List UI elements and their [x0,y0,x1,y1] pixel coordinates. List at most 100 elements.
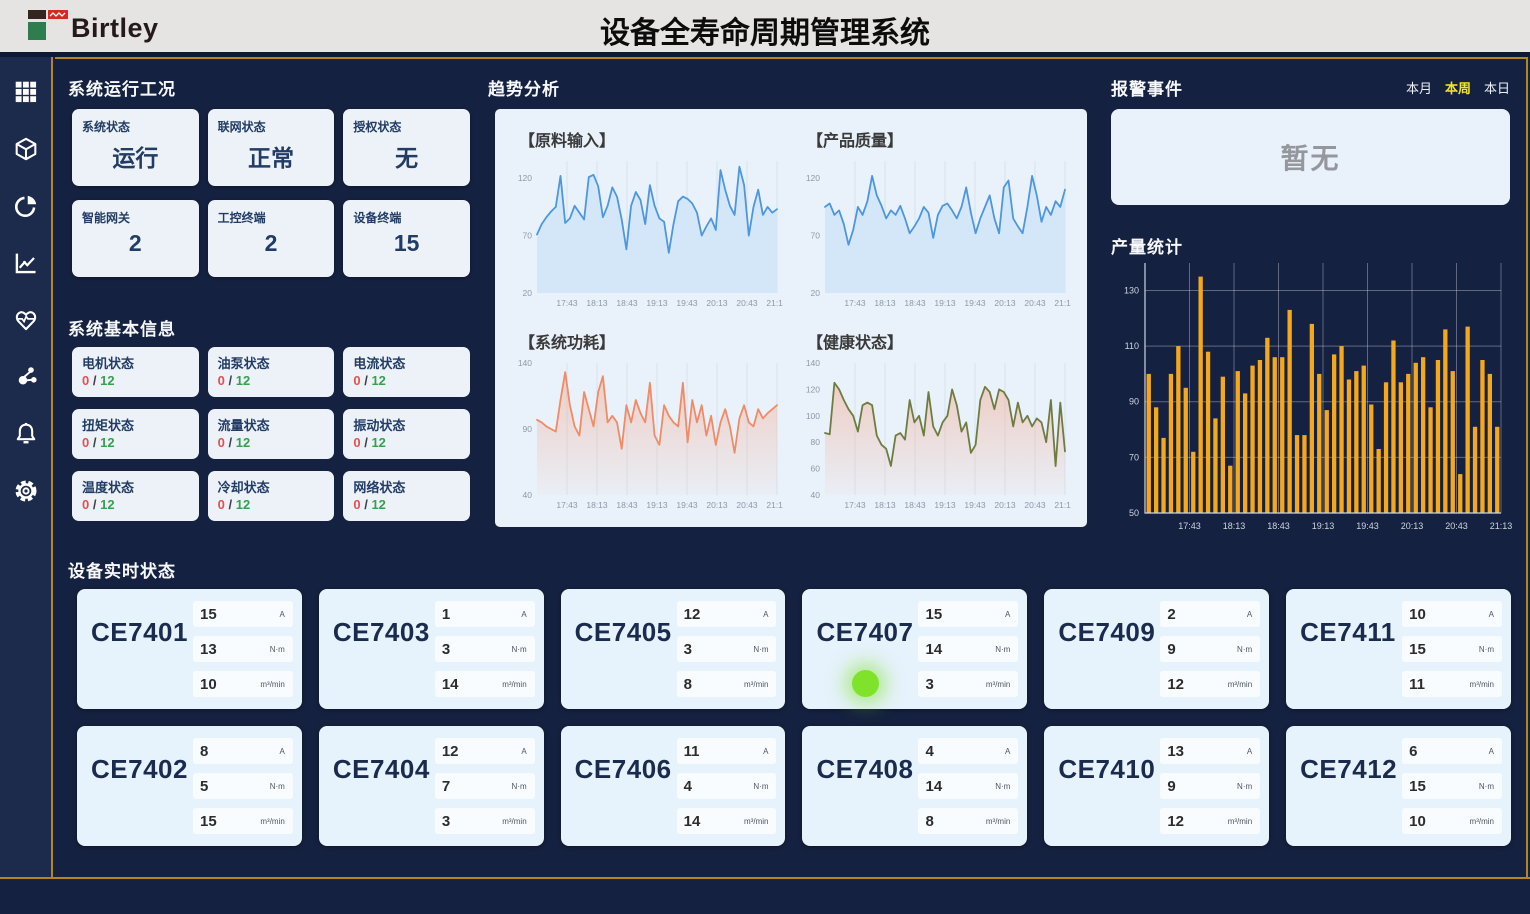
info-card-label: 电机状态 [82,353,189,372]
info-card-ratio: 0 / 12 [353,373,460,388]
device-metric-row: 3 m³/min [435,808,535,834]
cube-icon[interactable] [11,134,41,164]
metric-unit: m³/min [744,680,768,689]
device-metric-row: 9 N·m [1160,636,1260,662]
device-card[interactable]: CE7402 8 A 5 N·m 15 m³/min [77,726,302,846]
svg-text:17:43: 17:43 [556,500,578,510]
device-card[interactable]: CE7403 1 A 3 N·m 14 m³/min [319,589,544,709]
alarm-tab[interactable]: 本月 [1406,78,1432,97]
device-metrics: 11 A 4 N·m 14 m³/min [677,738,777,834]
device-name: CE7402 [91,754,193,834]
device-metric-row: 8 A [193,738,293,764]
info-card-ratio: 0 / 12 [218,373,325,388]
device-metric-row: 11 A [677,738,777,764]
device-card[interactable]: CE7409 2 A 9 N·m 12 m³/min [1044,589,1269,709]
device-card[interactable]: CE7411 10 A 15 N·m 11 m³/min [1286,589,1511,709]
device-metrics: 13 A 9 N·m 12 m³/min [1160,738,1260,834]
device-metric-row: 12 m³/min [1160,671,1260,697]
svg-text:20:13: 20:13 [1401,521,1424,531]
metric-value: 5 [200,778,208,795]
device-card[interactable]: CE7407 15 A 14 N·m 3 m³/min [802,589,1027,709]
metric-unit: N·m [1479,645,1494,654]
metric-value: 10 [1409,813,1426,830]
total-count: 12 [371,373,385,388]
section-title-alarm: 报警事件 [1111,75,1183,100]
info-card-label: 扭矩状态 [82,415,189,434]
device-metric-row: 15 N·m [1402,773,1502,799]
info-card-ratio: 0 / 12 [218,497,325,512]
svg-text:21:13: 21:13 [766,500,783,510]
device-name: CE7412 [1300,754,1402,834]
metric-unit: m³/min [986,817,1010,826]
ratio-separator: / [364,373,368,388]
svg-text:18:43: 18:43 [1267,521,1290,531]
metric-unit: N·m [270,782,285,791]
device-card[interactable]: CE7401 15 A 13 N·m 10 m³/min [77,589,302,709]
line-chart-icon[interactable] [11,248,41,278]
alarm-empty-card: 暂无 [1111,109,1510,205]
ratio-separator: / [229,373,233,388]
device-metric-row: 9 N·m [1160,773,1260,799]
metric-value: 15 [1409,641,1426,658]
header-divider [0,52,1530,57]
ratio-separator: / [364,435,368,450]
svg-text:20:43: 20:43 [736,298,758,308]
metric-value: 7 [442,778,450,795]
metric-unit: N·m [753,645,768,654]
svg-text:20:13: 20:13 [994,500,1016,510]
info-card-ratio: 0 / 12 [82,435,189,450]
device-metric-row: 1 A [435,601,535,627]
metric-unit: m³/min [744,817,768,826]
bell-icon[interactable] [11,419,41,449]
device-card[interactable]: CE7404 12 A 7 N·m 3 m³/min [319,726,544,846]
gear-icon[interactable] [11,476,41,506]
device-card[interactable]: CE7412 6 A 15 N·m 10 m³/min [1286,726,1511,846]
metric-value: 2 [1167,606,1175,623]
system-status-card: 智能网关 2 [72,200,199,277]
device-card[interactable]: CE7406 11 A 4 N·m 14 m³/min [561,726,786,846]
svg-text:50: 50 [1129,508,1139,518]
status-card-label: 系统状态 [82,118,189,135]
molecule-icon[interactable] [11,362,41,392]
device-metric-row: 10 m³/min [193,671,293,697]
system-info-card: 电机状态 0 / 12 [72,347,199,397]
alarm-tab[interactable]: 本日 [1484,78,1510,97]
device-card[interactable]: CE7410 13 A 9 N·m 12 m³/min [1044,726,1269,846]
device-metric-row: 10 m³/min [1402,808,1502,834]
apps-grid-icon[interactable] [11,77,41,107]
alert-count: 0 [82,497,89,512]
metric-unit: N·m [270,645,285,654]
alarm-tab[interactable]: 本周 [1445,78,1471,97]
metric-unit: A [1247,610,1252,619]
status-card-label: 授权状态 [353,118,460,135]
metric-unit: A [521,747,526,756]
metric-value: 3 [442,641,450,658]
chart-title: 【产品质量】 [807,127,1075,151]
svg-text:20:43: 20:43 [1024,500,1046,510]
info-card-ratio: 0 / 12 [218,435,325,450]
svg-text:19:43: 19:43 [964,298,986,308]
device-card[interactable]: CE7405 12 A 3 N·m 8 m³/min [561,589,786,709]
pie-chart-icon[interactable] [11,191,41,221]
main-content: 系统运行工况 系统状态 运行联网状态 正常授权状态 无智能网关 2工控终端 2设… [55,59,1528,877]
device-metric-row: 14 m³/min [435,671,535,697]
footer-divider [0,877,1530,879]
alert-count: 0 [218,497,225,512]
ratio-separator: / [93,435,97,450]
metric-value: 14 [442,676,459,693]
device-metrics: 12 A 7 N·m 3 m³/min [435,738,535,834]
metric-unit: m³/min [260,680,284,689]
device-metrics: 15 A 14 N·m 3 m³/min [918,601,1018,697]
ratio-separator: / [93,497,97,512]
device-metric-row: 14 N·m [918,636,1018,662]
status-card-label: 设备终端 [353,209,460,226]
device-card[interactable]: CE7408 4 A 14 N·m 8 m³/min [802,726,1027,846]
system-info-card: 冷却状态 0 / 12 [208,471,335,521]
svg-text:110: 110 [1125,341,1139,351]
status-card-value: 正常 [218,139,325,173]
trend-cell-health-status: 【健康状态】 40608010012014017:4318:1318:4319:… [793,321,1081,523]
system-status-cards: 系统状态 运行联网状态 正常授权状态 无智能网关 2工控终端 2设备终端 15 [72,109,470,277]
device-name: CE7410 [1058,754,1160,834]
device-name: CE7405 [575,617,677,697]
health-pulse-icon[interactable] [11,305,41,335]
